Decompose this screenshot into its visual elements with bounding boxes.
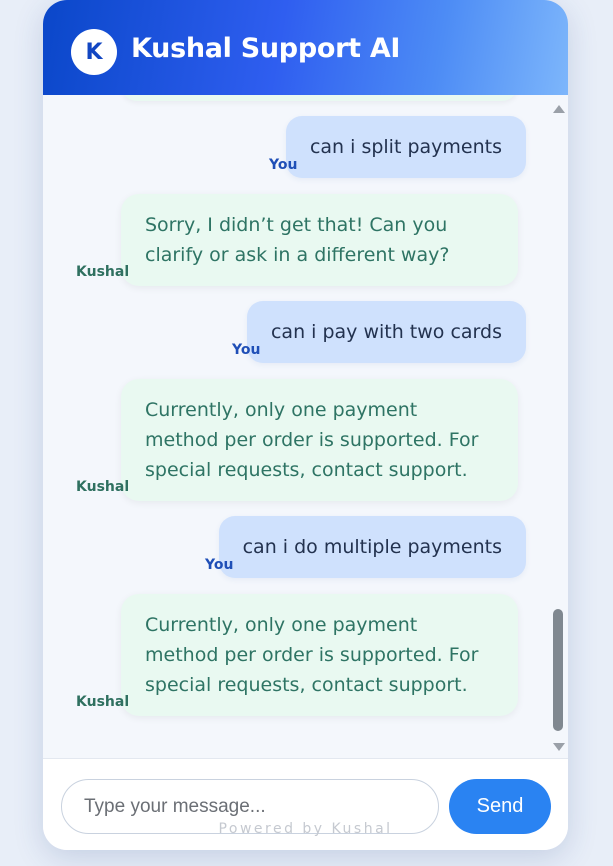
user-message: can i do multiple payments bbox=[218, 516, 526, 578]
scroll-down-arrow-icon[interactable] bbox=[553, 743, 565, 751]
bot-label: Kushal bbox=[76, 479, 130, 495]
scrollbar-thumb[interactable] bbox=[553, 609, 563, 731]
bot-message: Sorry, I didn’t get that! Can you clarif… bbox=[121, 194, 518, 286]
bot-label: Kushal bbox=[76, 264, 130, 280]
user-label: You bbox=[269, 157, 298, 173]
user-message: can i pay with two cards bbox=[246, 301, 526, 363]
chat-header: K Kushal Support AI bbox=[43, 0, 568, 95]
user-label: You bbox=[205, 557, 234, 573]
scrollbar[interactable] bbox=[551, 101, 565, 753]
message-input[interactable] bbox=[61, 779, 439, 834]
user-message: can i split payments bbox=[285, 116, 526, 178]
page-title: Kushal Support AI bbox=[131, 33, 401, 64]
chat-window: K Kushal Support AI can i split payments… bbox=[43, 0, 568, 850]
send-button[interactable]: Send bbox=[449, 779, 551, 834]
bot-message: Currently, only one payment method per o… bbox=[121, 379, 518, 501]
user-label: You bbox=[232, 342, 261, 358]
previous-message-bubble bbox=[121, 95, 518, 101]
avatar: K bbox=[71, 29, 117, 75]
bot-label: Kushal bbox=[76, 694, 130, 710]
composer: Send Powered by Kushal bbox=[43, 758, 568, 850]
message-list[interactable]: can i split payments You Sorry, I didn’t… bbox=[43, 95, 568, 758]
bot-message: Currently, only one payment method per o… bbox=[121, 594, 518, 716]
scroll-up-arrow-icon[interactable] bbox=[553, 105, 565, 113]
